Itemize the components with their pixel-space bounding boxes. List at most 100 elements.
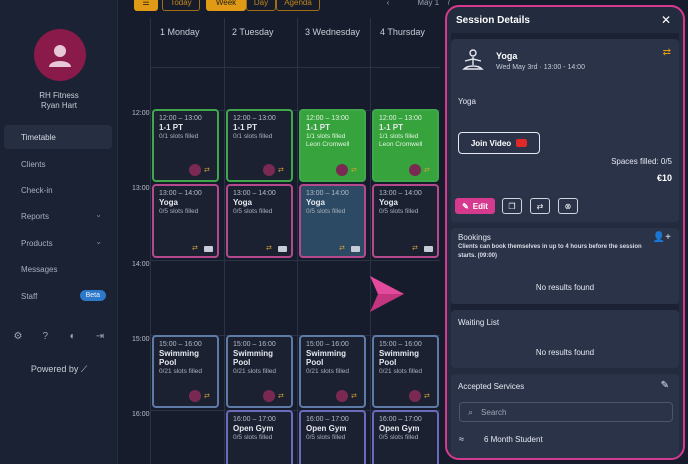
- filter-button[interactable]: ☰: [134, 0, 158, 11]
- repeat-icon: ⇄: [278, 166, 284, 174]
- event-card-pt-booked[interactable]: 12:00 – 13:00 1-1 PT 1/1 slots filled Le…: [372, 109, 439, 182]
- event-icons: ⇄: [192, 245, 213, 252]
- event-card-yoga[interactable]: 13:00 – 14:00 Yoga 0/5 slots filled ⇄: [152, 184, 219, 258]
- gear-icon[interactable]: ⚙: [12, 330, 24, 342]
- repeat-button[interactable]: ⇄: [530, 198, 550, 214]
- join-video-button[interactable]: Join Video: [458, 132, 540, 154]
- grid-line: [150, 18, 151, 464]
- grid-line: [150, 67, 450, 68]
- event-card-open-gym[interactable]: 16:00 – 17:00 Open Gym 0/5 slots filled: [372, 410, 439, 464]
- session-price: €10: [656, 173, 672, 183]
- help-icon[interactable]: ?: [39, 330, 51, 342]
- service-search[interactable]: ⌕ Search: [459, 402, 673, 422]
- sidebar-item-clients[interactable]: Clients: [4, 152, 112, 176]
- sidebar-item-check-in[interactable]: Check-in: [4, 178, 112, 202]
- event-card-swimming[interactable]: 15:00 – 16:00 Swimming Pool 0/21 slots f…: [372, 335, 439, 408]
- event-time: 15:00 – 16:00: [159, 341, 202, 348]
- event-time: 13:00 – 14:00: [233, 190, 276, 197]
- event-icons: ⇄: [339, 245, 360, 252]
- event-slots: 0/1 slots filled: [233, 133, 273, 140]
- today-button[interactable]: Today: [162, 0, 200, 11]
- event-time: 15:00 – 16:00: [306, 341, 349, 348]
- session-summary-card: ⇄ Yoga Wed May 3rd · 13:00 - 14:00 Yoga …: [451, 39, 679, 222]
- sidebar-item-products[interactable]: Products ⌄: [4, 231, 112, 255]
- avatar[interactable]: [34, 29, 86, 81]
- sidebar-footer-icons: ⚙ ? ◐ ⇥: [12, 330, 106, 342]
- sidebar-item-label: Messages: [21, 264, 58, 274]
- avatar: [263, 390, 275, 402]
- avatar: [409, 390, 421, 402]
- search-input[interactable]: Search: [481, 408, 506, 417]
- event-slots: 0/21 slots filled: [159, 368, 202, 375]
- agenda-view-button[interactable]: Agenda: [276, 0, 320, 11]
- repeat-icon: ⇄: [266, 245, 272, 252]
- event-card-yoga[interactable]: 13:00 – 14:00 Yoga 0/5 slots filled ⇄: [372, 184, 439, 258]
- event-time: 15:00 – 16:00: [233, 341, 276, 348]
- time-label: 13:00: [132, 185, 150, 192]
- add-user-icon[interactable]: 👤+: [653, 232, 671, 243]
- event-icons: ⇄: [189, 164, 213, 176]
- event-card-open-gym[interactable]: 16:00 – 17:00 Open Gym 0/5 slots filled: [299, 410, 366, 464]
- session-details-panel: Session Details ✕ ⇄ Yoga Wed May 3rd · 1…: [445, 5, 685, 460]
- day-header-wednesday: 3 Wednesday: [305, 27, 360, 37]
- event-slots: 1/1 slots filled: [379, 133, 419, 140]
- event-title: Yoga: [233, 198, 252, 207]
- event-title: 1-1 PT: [159, 123, 184, 132]
- event-card-yoga[interactable]: 13:00 – 14:00 Yoga 0/5 slots filled ⇄: [226, 184, 293, 258]
- event-title: Swimming Pool: [306, 349, 347, 367]
- video-icon: [204, 245, 213, 252]
- sidebar-item-messages[interactable]: Messages: [4, 257, 112, 281]
- event-card-swimming[interactable]: 15:00 – 16:00 Swimming Pool 0/21 slots f…: [226, 335, 293, 408]
- logout-icon[interactable]: ⇥: [94, 330, 106, 342]
- event-title: Yoga: [306, 198, 325, 207]
- service-item[interactable]: ≈ 6 Month Student: [459, 434, 543, 444]
- event-icons: ⇄: [409, 164, 433, 176]
- day-header-monday: 1 Monday: [160, 27, 200, 37]
- event-card-swimming[interactable]: 15:00 – 16:00 Swimming Pool 0/21 slots f…: [299, 335, 366, 408]
- event-coach: Leon Cromwell: [306, 141, 350, 148]
- close-icon[interactable]: ✕: [661, 13, 671, 27]
- join-video-label: Join Video: [470, 138, 512, 148]
- event-card-open-gym[interactable]: 16:00 – 17:00 Open Gym 0/5 slots filled: [226, 410, 293, 464]
- repeat-icon: ⇄: [662, 47, 671, 58]
- day-view-button[interactable]: Day: [246, 0, 276, 11]
- event-slots: 0/5 slots filled: [233, 434, 273, 441]
- event-slots: 0/5 slots filled: [379, 208, 419, 215]
- session-date: Wed May 3rd · 13:00 - 14:00: [496, 64, 585, 71]
- pencil-icon[interactable]: ✎: [661, 380, 669, 391]
- event-card-yoga-selected[interactable]: 13:00 – 14:00 Yoga 0/5 slots filled ⇄: [299, 184, 366, 258]
- event-slots: 1/1 slots filled: [306, 133, 346, 140]
- repeat-icon: ⇄: [351, 392, 357, 400]
- chevron-down-icon: ⌄: [95, 210, 102, 219]
- event-card-pt-booked[interactable]: 12:00 – 13:00 1-1 PT 1/1 slots filled Le…: [299, 109, 366, 182]
- event-icons: ⇄: [263, 164, 287, 176]
- event-card-swimming[interactable]: 15:00 – 16:00 Swimming Pool 0/21 slots f…: [152, 335, 219, 408]
- copy-icon: ❐: [508, 201, 516, 211]
- week-view-button[interactable]: Week: [206, 0, 246, 11]
- cancel-icon: ⊗: [564, 201, 572, 211]
- repeat-icon: ⇄: [536, 201, 544, 211]
- sidebar-item-timetable[interactable]: Timetable: [4, 125, 112, 149]
- copy-button[interactable]: ❐: [502, 198, 522, 214]
- sidebar-item-label: Reports: [21, 211, 50, 221]
- prev-week-button[interactable]: ‹: [382, 0, 394, 11]
- event-slots: 0/21 slots filled: [379, 368, 422, 375]
- edit-button[interactable]: ✎ Edit: [455, 198, 495, 214]
- time-label: 14:00: [132, 261, 150, 268]
- cancel-session-button[interactable]: ⊗: [558, 198, 578, 214]
- panel-title: Session Details: [456, 14, 530, 26]
- session-title: Yoga: [496, 51, 518, 61]
- event-time: 16:00 – 17:00: [306, 416, 349, 423]
- sidebar-item-reports[interactable]: Reports ⌄: [4, 204, 112, 228]
- theme-toggle-icon[interactable]: ◐: [67, 330, 79, 342]
- repeat-icon: ⇄: [424, 166, 430, 174]
- pool-icon: ≈: [459, 434, 464, 444]
- event-card-pt[interactable]: 12:00 – 13:00 1-1 PT 0/1 slots filled ⇄: [152, 109, 219, 182]
- event-slots: 0/5 slots filled: [233, 208, 273, 215]
- sidebar-item-label: Products: [21, 238, 53, 248]
- event-card-pt[interactable]: 12:00 – 13:00 1-1 PT 0/1 slots filled ⇄: [226, 109, 293, 182]
- user-name: Ryan Hart: [40, 101, 77, 110]
- sidebar-item-staff[interactable]: Staff Beta: [4, 284, 112, 308]
- event-title: 1-1 PT: [233, 123, 258, 132]
- event-title: Open Gym: [233, 424, 274, 433]
